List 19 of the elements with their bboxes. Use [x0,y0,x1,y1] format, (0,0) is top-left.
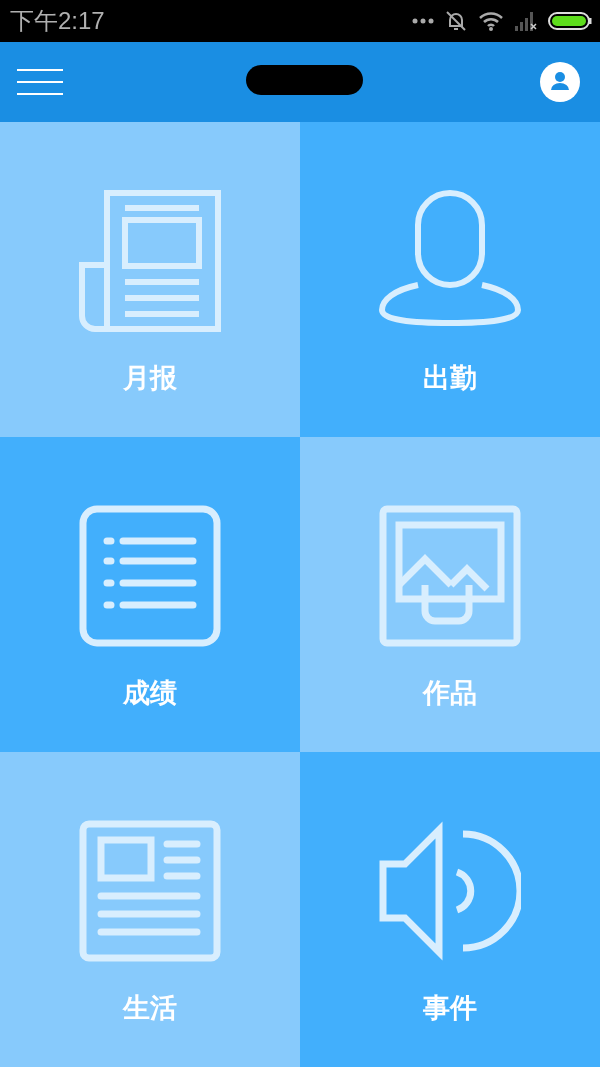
list-icon [79,505,221,647]
battery-icon [548,11,592,31]
newspaper-icon [79,190,221,332]
menu-tile[interactable]: 作品 [300,437,600,752]
menu-tile[interactable]: 出勤 [300,122,600,437]
speaker-icon [379,820,521,962]
status-time: 下午2:17 [10,6,105,36]
menu-tile[interactable]: 生活 [0,752,300,1067]
menu-tile[interactable]: 成绩 [0,437,300,752]
menu-tile[interactable]: 事件 [300,752,600,1067]
signal-icon [514,10,538,32]
image-icon [379,505,521,647]
menu-icon[interactable] [17,69,63,95]
muted-bell-icon [444,9,468,33]
more-icon [412,18,434,24]
user-icon[interactable] [540,62,580,102]
menu-tile[interactable]: 月报 [0,122,300,437]
wifi-icon [478,10,504,32]
article-icon [79,820,221,962]
